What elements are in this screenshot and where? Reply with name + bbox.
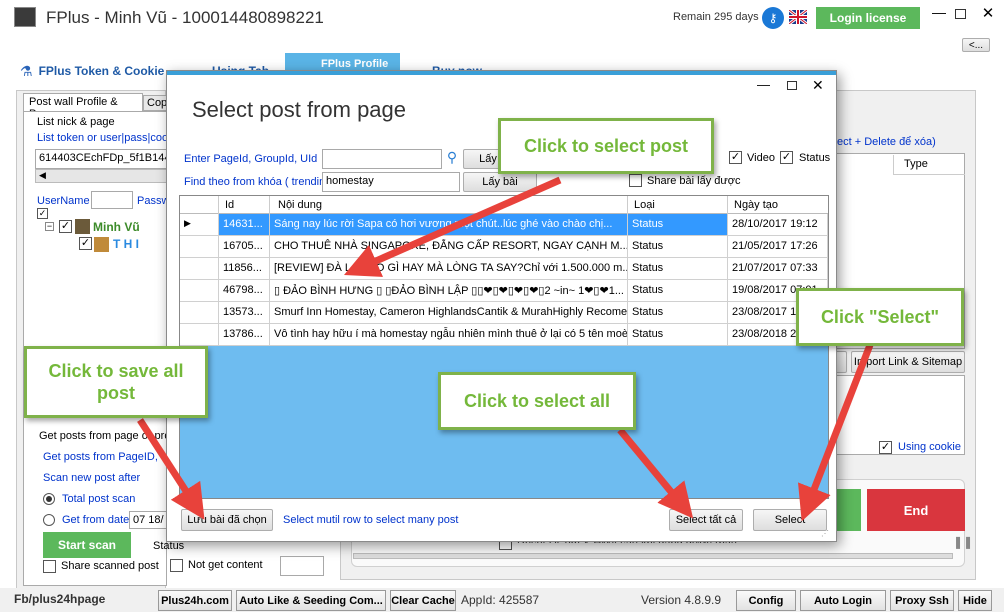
arrow-select-all bbox=[617, 427, 694, 519]
arrow-save-all bbox=[137, 418, 205, 520]
callout-select: Click "Select" bbox=[796, 288, 964, 346]
callout-select-post: Click to select post bbox=[498, 118, 714, 174]
callout-save-all: Click to save all post bbox=[24, 346, 208, 418]
arrow-select-post bbox=[343, 176, 562, 277]
callout-select-all: Click to select all bbox=[438, 372, 636, 430]
arrow-select bbox=[798, 343, 874, 522]
